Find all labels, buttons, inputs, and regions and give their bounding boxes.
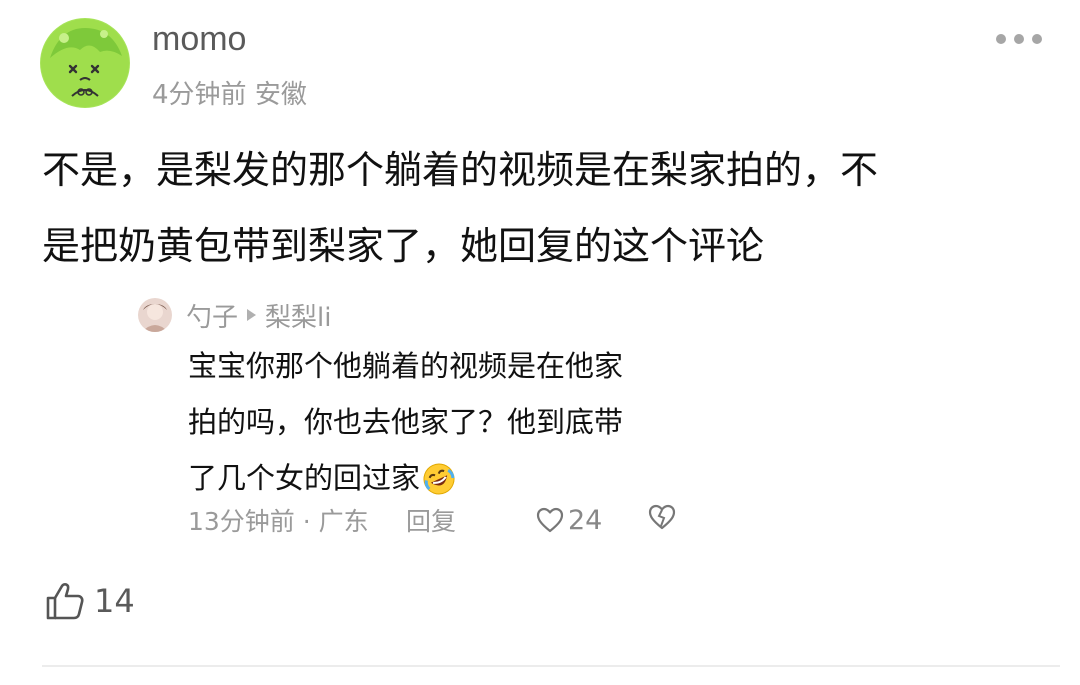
- broken-heart-icon[interactable]: [648, 504, 676, 536]
- comment-time-location: 13分钟前 · 广东: [188, 507, 369, 536]
- reply-arrow-icon: [247, 309, 257, 321]
- post-body: 不是，是梨发的那个躺着的视频是在梨家拍的，不 是把奶黄包带到梨家了，她回复的这个…: [42, 132, 1042, 284]
- reply-button[interactable]: 回复: [406, 502, 536, 538]
- divider: [42, 665, 1060, 667]
- comment-like-button[interactable]: 24: [536, 505, 648, 536]
- comment-like-count: 24: [568, 504, 603, 536]
- quoted-comment-line-text: 了几个女的回过家: [188, 461, 421, 495]
- post-like-button[interactable]: 14: [44, 580, 135, 622]
- post-body-line: 不是，是梨发的那个躺着的视频是在梨家拍的，不: [42, 148, 879, 192]
- quoted-comment-text: 宝宝你那个他躺着的视频是在他家 拍的吗，你也去他家了？他到底带 了几个女的回过家: [188, 338, 678, 514]
- post-meta: 4分钟前 安徽: [152, 74, 307, 111]
- dinosaur-avatar-icon: [40, 18, 130, 108]
- quoted-comment-header: 勺子 梨梨li: [138, 292, 698, 338]
- comment-page: momo 4分钟前 安徽 不是，是梨发的那个躺着的视频是在梨家拍的，不 是把奶黄…: [0, 0, 1080, 685]
- quoted-comment-line: 拍的吗，你也去他家了？他到底带: [188, 405, 624, 439]
- post-body-line: 是把奶黄包带到梨家了，她回复的这个评论: [42, 224, 765, 268]
- person-avatar-icon: [138, 298, 172, 332]
- commenter-name[interactable]: 勺子: [186, 297, 238, 334]
- quoted-comment: 勺子 梨梨li 宝宝你那个他躺着的视频是在他家 拍的吗，你也去他家了？他到底带 …: [138, 292, 698, 536]
- thumbs-up-icon: [46, 583, 84, 620]
- user-avatar[interactable]: [40, 18, 130, 108]
- post-like-count: 14: [94, 582, 135, 620]
- commenter-avatar[interactable]: [138, 298, 172, 332]
- heart-icon: [536, 507, 564, 533]
- post-location: 安徽: [254, 80, 307, 110]
- username[interactable]: momo: [152, 20, 246, 59]
- quoted-comment-footer: 13分钟前 · 广东 回复 24: [188, 502, 676, 538]
- quoted-comment-line: 宝宝你那个他躺着的视频是在他家: [188, 349, 624, 383]
- more-icon[interactable]: [996, 34, 1042, 44]
- reply-target-name[interactable]: 梨梨li: [265, 297, 331, 334]
- post-time: 4分钟前: [152, 80, 247, 110]
